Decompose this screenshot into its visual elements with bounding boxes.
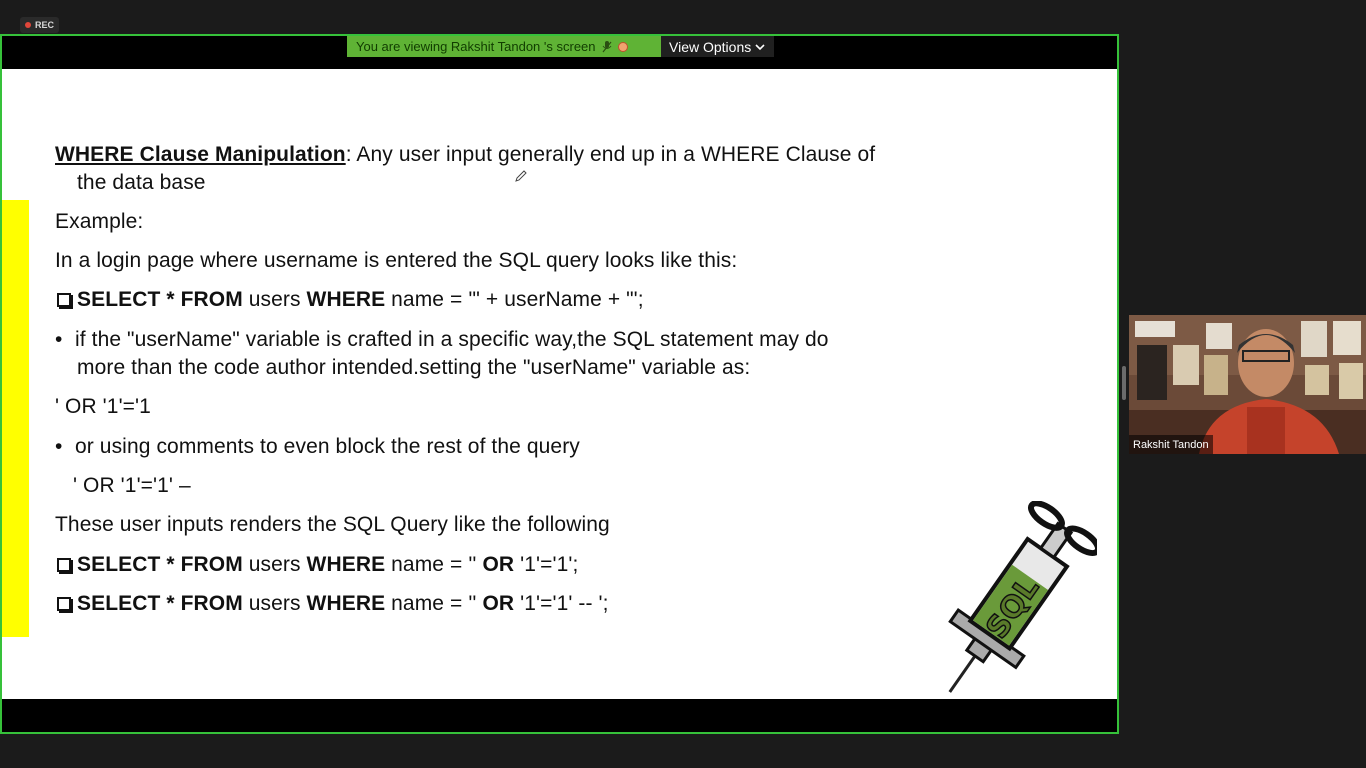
bullet-1-line2: more than the code author intended.setti… (77, 356, 751, 379)
query-table: users (242, 288, 307, 311)
query-2: SELECT * FROM users WHERE name = '' OR '… (57, 553, 578, 577)
checkbox-bullet-icon (57, 597, 71, 611)
view-options-button[interactable]: View Options (661, 36, 774, 57)
view-options-label: View Options (669, 38, 752, 55)
participant-video-feed (1129, 315, 1366, 454)
query-rest: '1'='1'; (514, 553, 579, 576)
participant-video-tile[interactable]: Rakshit Tandon (1129, 315, 1366, 454)
record-dot-icon (25, 22, 31, 28)
query-keyword: SELECT * FROM (77, 592, 243, 615)
payload-1: ' OR '1'='1 (55, 395, 151, 418)
query-keyword: WHERE (306, 553, 386, 576)
recording-indicator: REC (20, 17, 60, 33)
sql-syringe-illustration: SQL (948, 501, 1097, 693)
query-1: SELECT * FROM users WHERE name = '" + us… (57, 288, 644, 312)
example-label: Example: (55, 210, 144, 233)
participant-name: Rakshit Tandon (1129, 435, 1213, 454)
accent-bar (2, 200, 29, 637)
bullet-1: • if the "userName" variable is crafted i… (55, 328, 829, 352)
query-keyword: SELECT * FROM (77, 288, 243, 311)
query-mid: name = '' (385, 553, 483, 576)
slide-heading: WHERE Clause Manipulation: Any user inpu… (55, 143, 875, 167)
share-top-bar: You are viewing Rakshit Tandon 's screen… (2, 36, 1117, 69)
query-keyword: SELECT * FROM (77, 553, 243, 576)
heading-title: WHERE Clause Manipulation (55, 143, 346, 166)
checkbox-bullet-icon (57, 558, 71, 572)
stop-sharing-icon[interactable] (617, 41, 628, 52)
bullet-2: • or using comments to even block the res… (55, 435, 580, 459)
query-table: users (242, 553, 307, 576)
query-rest: name = '" + userName + "'; (385, 288, 644, 311)
heading-line2: the data base (77, 171, 206, 194)
chevron-down-icon (755, 43, 765, 50)
query-keyword: WHERE (306, 288, 386, 311)
payload-2: ' OR '1'='1' – (73, 474, 191, 497)
query-rest: '1'='1' -- '; (514, 592, 609, 615)
query-3: SELECT * FROM users WHERE name = '' OR '… (57, 592, 609, 616)
annotation-pencil-icon (515, 170, 527, 182)
shared-screen: You are viewing Rakshit Tandon 's screen… (0, 34, 1119, 734)
checkbox-bullet-icon (57, 293, 71, 307)
presentation-slide: WHERE Clause Manipulation: Any user inpu… (2, 69, 1117, 699)
panel-resize-handle[interactable] (1122, 366, 1126, 400)
viewing-banner: You are viewing Rakshit Tandon 's screen (347, 36, 661, 57)
intro-text: In a login page where username is entere… (55, 249, 738, 272)
recording-label: REC (35, 20, 55, 30)
query-keyword: WHERE (306, 592, 386, 615)
viewing-text: You are viewing Rakshit Tandon 's screen (356, 39, 596, 54)
bullet-dot-icon: • (55, 328, 63, 351)
query-keyword: OR (482, 553, 515, 576)
query-table: users (242, 592, 307, 615)
query-mid: name = '' (385, 592, 483, 615)
renders-text: These user inputs renders the SQL Query … (55, 513, 610, 536)
bullet-2-text: or using comments to even block the rest… (75, 435, 580, 458)
mic-muted-icon (602, 40, 611, 52)
query-keyword: OR (482, 592, 515, 615)
share-bottom-bar (2, 699, 1117, 732)
heading-rest: : Any user input generally end up in a W… (345, 143, 876, 166)
bullet-1-line1: if the "userName" variable is crafted in… (75, 328, 829, 351)
bullet-dot-icon: • (55, 435, 63, 458)
